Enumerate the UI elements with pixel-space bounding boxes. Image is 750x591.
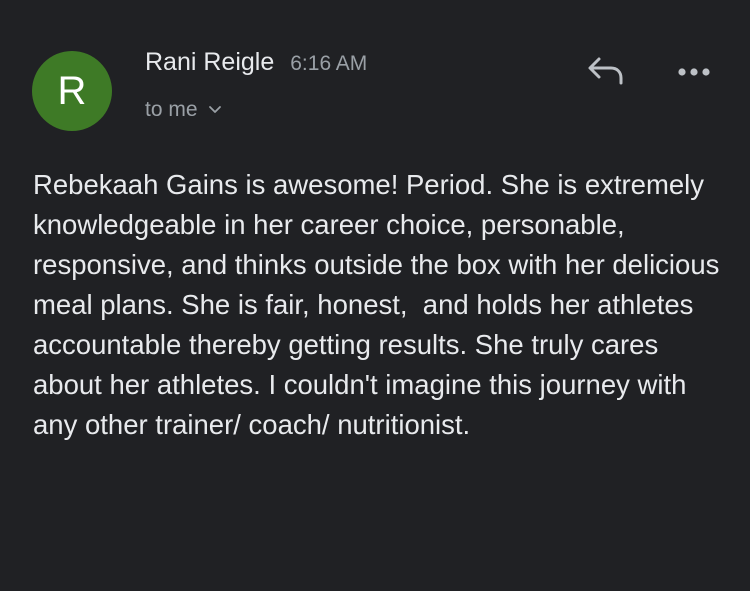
recipient-label: to me: [145, 98, 198, 121]
reply-button[interactable]: [584, 55, 628, 91]
message-header: R Rani Reigle 6:16 AM to me: [0, 0, 750, 140]
recipient-details-toggle[interactable]: to me: [145, 96, 222, 124]
reply-icon: [587, 56, 625, 91]
more-options-icon: [676, 64, 712, 82]
message-time: 6:16 AM: [290, 52, 368, 75]
chevron-down-icon: [208, 105, 222, 115]
avatar-initial: R: [57, 68, 87, 113]
sender-avatar[interactable]: R: [32, 51, 112, 131]
sender-name[interactable]: Rani Reigle: [145, 48, 274, 77]
sender-line: Rani Reigle 6:16 AM: [145, 48, 367, 80]
message-body: Rebekaah Gains is awesome! Period. She i…: [33, 169, 728, 440]
more-options-button[interactable]: [670, 58, 718, 88]
